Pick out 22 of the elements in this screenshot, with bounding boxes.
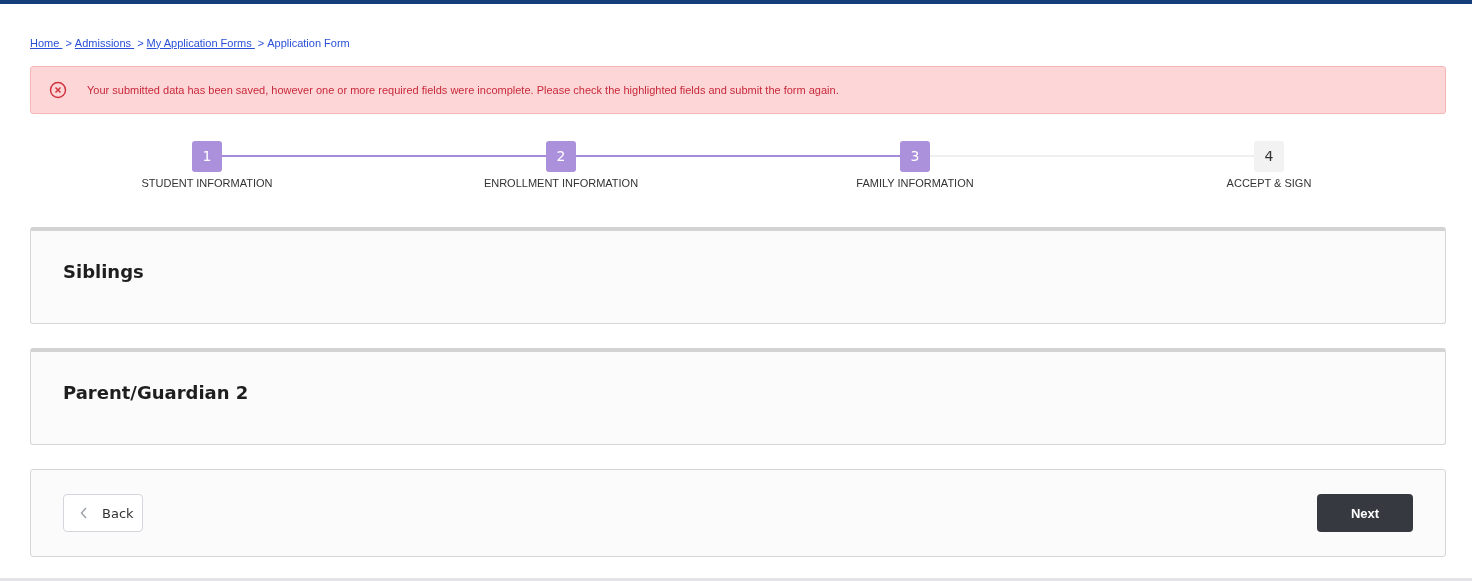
- back-button[interactable]: Back: [63, 494, 143, 532]
- chevron-left-icon: [80, 507, 88, 519]
- breadcrumb-link[interactable]: Admissions: [74, 36, 135, 49]
- breadcrumb-current: Application Form: [267, 36, 350, 49]
- step-label: ACCEPT & SIGN: [1226, 177, 1312, 189]
- section-title: Parent/Guardian 2: [63, 382, 250, 403]
- step-number: 1: [192, 140, 222, 172]
- next-button[interactable]: Next: [1317, 494, 1413, 532]
- section-title: Siblings: [63, 261, 145, 282]
- error-circle-icon: [49, 81, 67, 99]
- step-number: 2: [546, 140, 576, 172]
- breadcrumb-link[interactable]: Home: [30, 36, 63, 49]
- step-number: 3: [900, 140, 930, 172]
- breadcrumb-separator: >: [257, 36, 265, 49]
- step-label: STUDENT INFORMATION: [141, 177, 273, 189]
- breadcrumb-separator: >: [65, 36, 72, 49]
- step-label: FAMILY INFORMATION: [856, 177, 974, 189]
- alert-message: Your submitted data has been saved, however one or more required fields were incomplete. Please check the highlighted fields and submit the form again.: [87, 84, 839, 96]
- breadcrumb-link[interactable]: My Application Forms: [146, 36, 255, 49]
- step-number: 4: [1254, 140, 1284, 172]
- breadcrumb-separator: >: [137, 36, 144, 49]
- step-label: ENROLLMENT INFORMATION: [483, 177, 639, 189]
